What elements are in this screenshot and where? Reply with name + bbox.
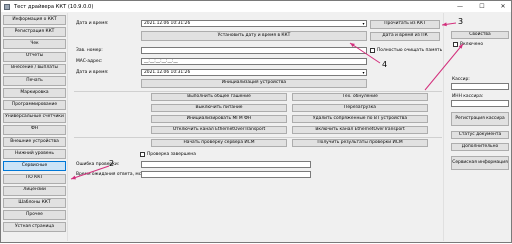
cashier-field[interactable] [451,83,509,90]
serial-label: Зав. номер: [76,48,103,53]
main-scrollbar[interactable] [443,13,447,241]
register-cashier-button[interactable]: Регистрация кассира [451,112,509,126]
separator [74,91,442,92]
dropdown-arrow-icon[interactable]: ▾ [360,69,367,76]
document-status-button[interactable]: Статус документа [451,131,509,139]
nav-item[interactable]: Программирование [3,100,66,111]
check-error-field [141,161,311,168]
read-kkt-button[interactable]: Прочитать из ККТ [370,20,440,29]
nav-scrollbar[interactable] [67,13,71,241]
additional-button[interactable]: Дополнительно [451,143,509,151]
nav-item[interactable]: Сервисные [3,161,66,172]
wait-time-label: Время ожидания ответа, мс: [76,172,143,177]
nav-item[interactable]: Лицензии [3,185,66,196]
annotation-number-3: 3 [458,17,464,26]
tech-zero-button[interactable]: Тех. обнуление [292,93,428,101]
datetime-label: Дата и время: [76,21,109,26]
app-icon [4,3,10,10]
nav-item[interactable]: Печать [3,76,66,86]
reboot-button[interactable]: Перезагрузка [292,104,428,112]
init-device-button[interactable]: Инициализация устройства [141,79,367,88]
serial-field[interactable] [141,47,367,54]
nav-item[interactable]: Информация о ККТ [3,15,66,25]
mac-field[interactable]: __:__:__:__:__:__ [141,58,367,65]
inn-label: ИНН кассира: [452,94,484,99]
maximize-button[interactable]: ☐ [475,1,489,12]
full-clear-label: Полностью очищать память [377,48,443,53]
dropdown-arrow-icon[interactable]: ▾ [360,20,367,27]
minimize-button[interactable]: — [453,1,467,12]
check-done-label: Проверка завершена [147,152,196,157]
nav-item[interactable]: Чек [3,39,66,50]
enabled-label: Включено [460,42,484,47]
enabled-checkbox[interactable] [453,42,458,47]
service-info-button[interactable]: Сервисная информация [451,156,509,170]
nav-item[interactable]: Регистрация ККТ [3,27,66,38]
nav-item[interactable]: Универсальные счетчики [3,112,66,123]
nav-item[interactable]: Прочее [3,210,66,221]
date-label: Дата и время: [76,70,109,75]
pc-datetime-button[interactable]: Дата и время из ПК [370,32,440,41]
start-ism-check-button[interactable]: Начать проверку сервера ИСМ [151,139,287,147]
wait-time-field [141,171,311,178]
separator [74,137,442,138]
nav-item[interactable]: Шаблоны ККТ [3,198,66,208]
enable-eot-button[interactable]: Включить канал EthernetOverTransport [292,126,428,134]
ism-result-button[interactable]: Получить результаты проверки ИСМ [292,139,428,147]
set-datetime-button[interactable]: Установить дату и время в ККТ [141,31,367,41]
general-clear-button[interactable]: Выполнить общее гашение [151,93,287,101]
nav-item[interactable]: Маркировка [3,88,66,99]
nav-item[interactable]: Устная страница [3,222,66,233]
window-title: Тест драйвера ККТ (10.9.0.0) [14,3,94,10]
nav-item[interactable]: Внесение / выплаты [3,63,66,74]
annotation-number-4: 4 [382,60,388,69]
date-field[interactable]: 2021.12.06 10:31:26 [141,69,367,76]
properties-button[interactable]: Свойства [451,31,509,39]
nav-item[interactable]: Внешние устройства [3,137,66,147]
full-clear-checkbox[interactable] [370,48,375,53]
nav-item[interactable]: Отчеты [3,51,66,62]
check-done-checkbox [140,152,145,157]
inn-field[interactable] [451,100,509,107]
nav-item[interactable]: ФН [3,124,66,135]
remove-bt-devices-button[interactable]: Удалить сопряженные по BT устройства [292,115,428,123]
datetime-field[interactable]: 2021.12.06 10:31:26 [141,20,367,27]
nav-item[interactable]: Нижний уровень [3,149,66,160]
app-window: Тест драйвера ККТ (10.9.0.0) — ☐ ✕ Инфор… [0,0,512,243]
mac-label: MAC-адрес: [76,59,103,64]
title-bar: Тест драйвера ККТ (10.9.0.0) — ☐ ✕ [1,1,511,12]
annotation-number-2: 2 [109,159,115,168]
cashier-label: Кассир: [452,77,470,82]
close-button[interactable]: ✕ [496,1,510,12]
nav-item[interactable]: ПО ККТ [3,173,66,184]
power-off-button[interactable]: Выключить питание [151,104,287,112]
disable-eot-button[interactable]: Отключить канал EthernetOverTransport [151,126,287,134]
init-mgm-button[interactable]: Инициализировать МГМ ФН [151,115,287,123]
